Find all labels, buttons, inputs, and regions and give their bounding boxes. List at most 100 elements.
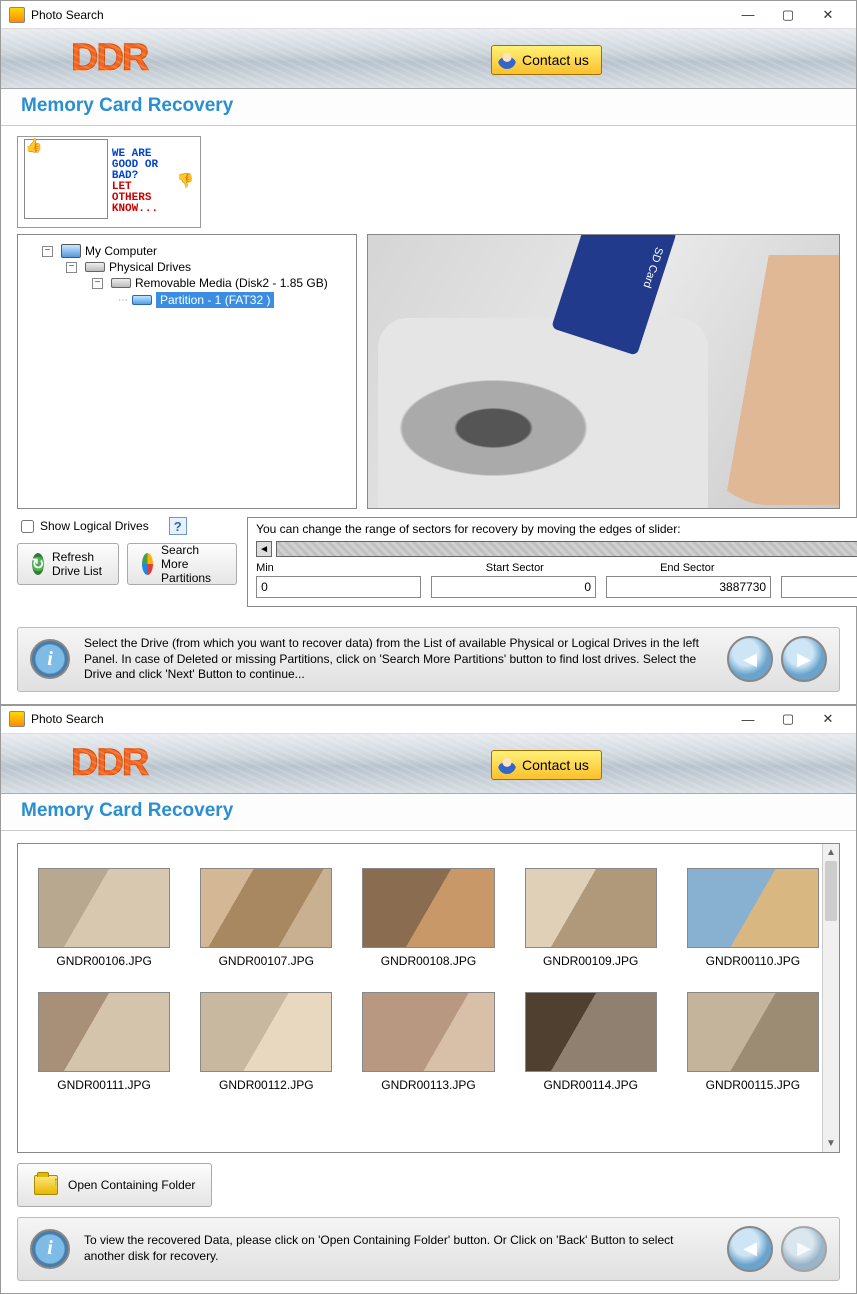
help-icon[interactable]: ?	[169, 517, 187, 535]
file-name: GNDR00112.JPG	[200, 1078, 332, 1092]
file-item[interactable]: GNDR00108.JPG	[362, 868, 494, 968]
subtitle: Memory Card Recovery	[21, 800, 233, 821]
file-item[interactable]: GNDR00107.JPG	[200, 868, 332, 968]
max-sector-input[interactable]	[781, 576, 857, 598]
recovered-files-panel: GNDR00106.JPG GNDR00107.JPG GNDR00108.JPG G…	[17, 843, 840, 1153]
computer-icon	[61, 244, 81, 258]
partition-icon	[132, 295, 152, 305]
open-containing-folder-button[interactable]: Open Containing Folder	[17, 1163, 212, 1207]
footer-bar: i Select the Drive (from which you want …	[17, 627, 840, 692]
minimize-button[interactable]: —	[728, 3, 768, 27]
sector-hint: You can change the range of sectors for …	[256, 522, 857, 536]
app-header: DDR Contact us	[1, 734, 856, 794]
pie-search-icon	[142, 553, 153, 575]
next-button[interactable]	[781, 1226, 827, 1272]
file-name: GNDR00115.JPG	[687, 1078, 819, 1092]
file-name: GNDR00107.JPG	[200, 954, 332, 968]
sector-range-panel: You can change the range of sectors for …	[247, 517, 857, 607]
brand-logo: DDR	[71, 37, 147, 80]
file-item[interactable]: GNDR00115.JPG	[687, 992, 819, 1092]
subtitle-bar: Memory Card Recovery	[1, 794, 856, 831]
footer-bar: i To view the recovered Data, please cli…	[17, 1217, 840, 1281]
file-thumbnail[interactable]	[200, 992, 332, 1072]
end-sector-input[interactable]	[606, 576, 771, 598]
thumbs-up-icon: 👍	[24, 139, 108, 219]
contact-us-button[interactable]: Contact us	[491, 45, 602, 75]
drive-icon	[85, 262, 105, 272]
min-sector-input[interactable]	[256, 576, 421, 598]
start-sector-input[interactable]	[431, 576, 596, 598]
file-name: GNDR00111.JPG	[38, 1078, 170, 1092]
file-name: GNDR00114.JPG	[525, 1078, 657, 1092]
app-icon	[9, 7, 25, 23]
sector-slider[interactable]	[276, 541, 857, 557]
maximize-button[interactable]: ▢	[768, 707, 808, 731]
file-thumbnail[interactable]	[362, 992, 494, 1072]
minimize-button[interactable]: —	[728, 707, 768, 731]
file-item[interactable]: GNDR00110.JPG	[687, 868, 819, 968]
expander-icon[interactable]: −	[42, 246, 53, 257]
person-icon	[498, 756, 516, 774]
refresh-drive-list-button[interactable]: Refresh Drive List	[17, 543, 119, 585]
close-button[interactable]: ✕	[808, 3, 848, 27]
scrollbar[interactable]: ▲ ▼	[822, 844, 839, 1152]
contact-label: Contact us	[522, 757, 589, 773]
app-icon	[9, 711, 25, 727]
expander-icon[interactable]: −	[92, 278, 103, 289]
scroll-down-icon[interactable]: ▼	[823, 1135, 839, 1152]
next-button[interactable]	[781, 636, 827, 682]
file-thumbnail[interactable]	[38, 868, 170, 948]
folder-open-icon	[34, 1175, 58, 1195]
scroll-up-icon[interactable]: ▲	[823, 844, 839, 861]
titlebar[interactable]: Photo Search — ▢ ✕	[1, 1, 856, 29]
window-title: Photo Search	[31, 8, 728, 22]
titlebar[interactable]: Photo Search — ▢ ✕	[1, 706, 856, 734]
file-thumbnail[interactable]	[687, 868, 819, 948]
feedback-line1: WE ARE GOOD OR BAD?	[112, 149, 173, 182]
tree-physical-drives[interactable]: Physical Drives	[109, 260, 191, 274]
back-button[interactable]	[727, 636, 773, 682]
footer-help-text: Select the Drive (from which you want to…	[84, 636, 713, 683]
back-button[interactable]	[727, 1226, 773, 1272]
file-item[interactable]: GNDR00111.JPG	[38, 992, 170, 1092]
app-header: DDR Contact us	[1, 29, 856, 89]
tree-my-computer[interactable]: My Computer	[85, 244, 157, 258]
file-name: GNDR00110.JPG	[687, 954, 819, 968]
subtitle-bar: Memory Card Recovery	[1, 89, 856, 126]
search-more-partitions-button[interactable]: Search More Partitions	[127, 543, 237, 585]
subtitle: Memory Card Recovery	[21, 95, 233, 116]
file-item[interactable]: GNDR00109.JPG	[525, 868, 657, 968]
file-thumbnail[interactable]	[362, 868, 494, 948]
maximize-button[interactable]: ▢	[768, 3, 808, 27]
tree-partition-selected[interactable]: Partition - 1 (FAT32 )	[156, 292, 274, 308]
show-logical-drives-checkbox[interactable]	[21, 520, 34, 533]
file-item[interactable]: GNDR00106.JPG	[38, 868, 170, 968]
scroll-thumb[interactable]	[825, 861, 837, 921]
close-button[interactable]: ✕	[808, 707, 848, 731]
thumbs-down-icon: 👎	[177, 175, 194, 189]
file-thumbnail[interactable]	[525, 868, 657, 948]
file-thumbnail[interactable]	[525, 992, 657, 1072]
refresh-icon	[32, 553, 44, 575]
file-thumbnail[interactable]	[200, 868, 332, 948]
file-thumbnail[interactable]	[38, 992, 170, 1072]
file-name: GNDR00108.JPG	[362, 954, 494, 968]
file-name: GNDR00113.JPG	[362, 1078, 494, 1092]
expander-icon[interactable]: −	[66, 262, 77, 273]
window-results: Photo Search — ▢ ✕ DDR Contact us Memory…	[0, 705, 857, 1294]
label-max: Max	[774, 562, 857, 574]
info-icon: i	[30, 1229, 70, 1269]
window-drive-select: Photo Search — ▢ ✕ DDR Contact us Memory…	[0, 0, 857, 705]
contact-us-button[interactable]: Contact us	[491, 750, 602, 780]
file-item[interactable]: GNDR00113.JPG	[362, 992, 494, 1092]
file-thumbnail[interactable]	[687, 992, 819, 1072]
file-item[interactable]: GNDR00112.JPG	[200, 992, 332, 1092]
feedback-banner[interactable]: 👍 WE ARE GOOD OR BAD? LET OTHERS KNOW...…	[17, 136, 201, 228]
show-logical-drives-label: Show Logical Drives	[40, 519, 149, 533]
file-item[interactable]: GNDR00114.JPG	[525, 992, 657, 1092]
drive-tree[interactable]: − My Computer − Physical Drives − Remova…	[17, 234, 357, 509]
person-icon	[498, 51, 516, 69]
label-end: End Sector	[601, 562, 774, 574]
slider-left-button[interactable]: ◄	[256, 541, 272, 557]
tree-removable-media[interactable]: Removable Media (Disk2 - 1.85 GB)	[135, 276, 328, 290]
